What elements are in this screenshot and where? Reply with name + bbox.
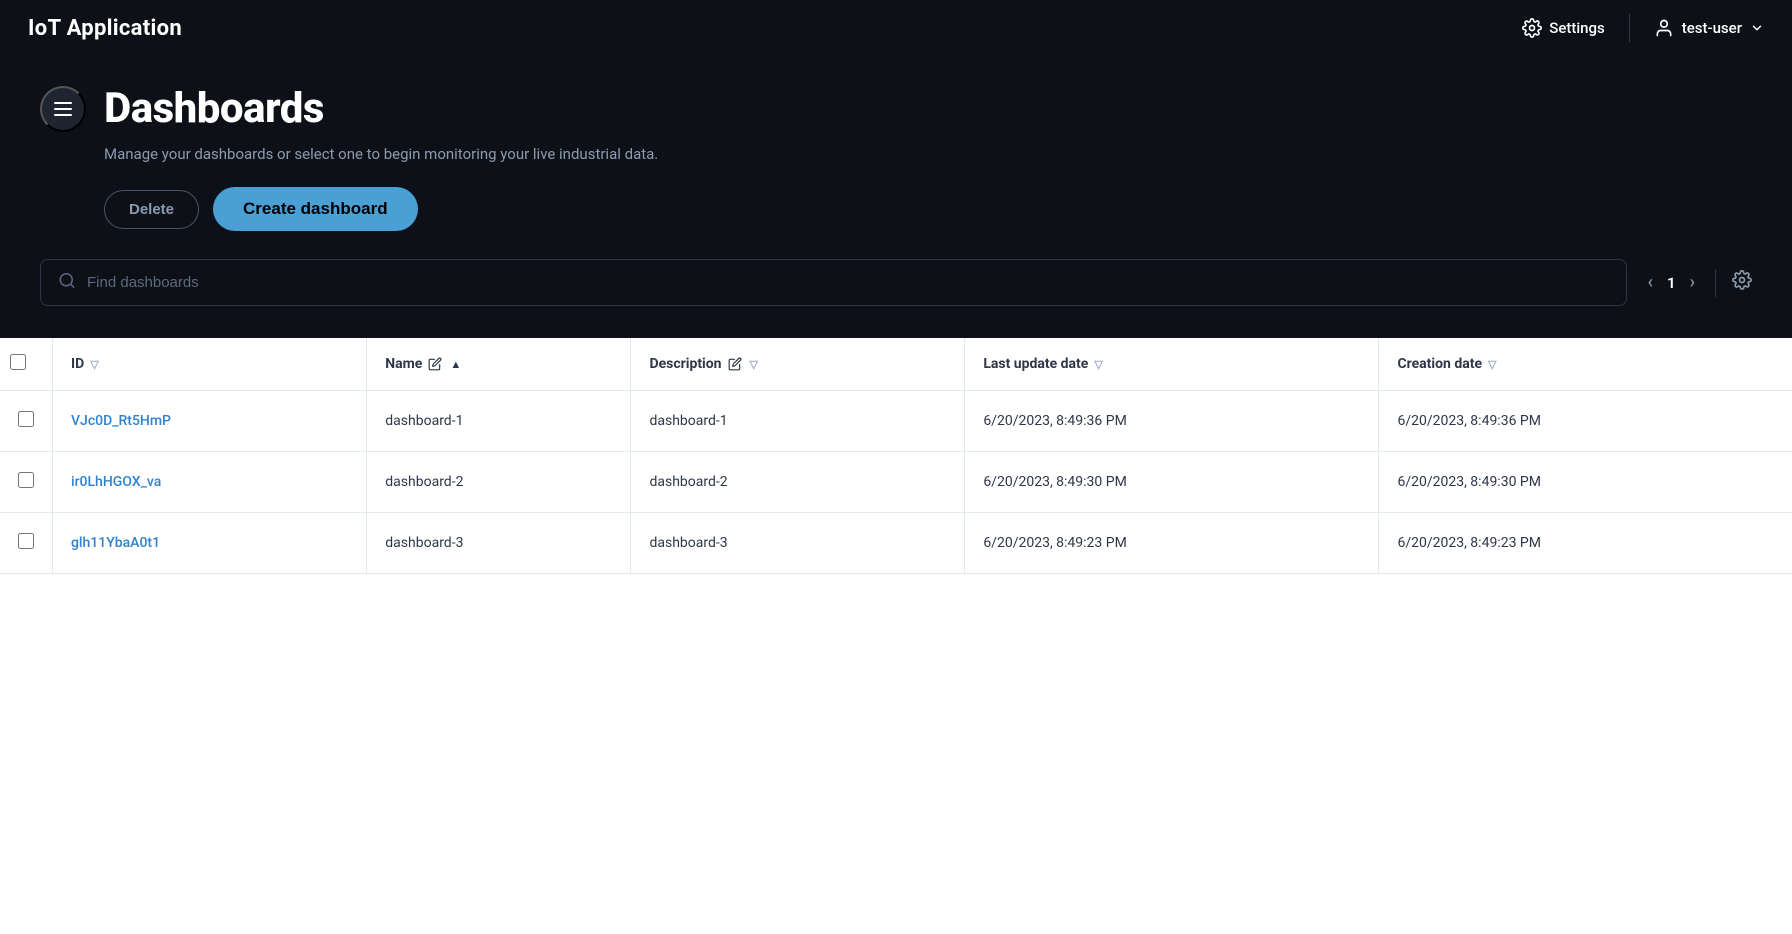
cell-name-2: dashboard-3 xyxy=(367,513,631,574)
table-settings-button[interactable] xyxy=(1732,270,1752,295)
select-all-checkbox[interactable] xyxy=(10,354,26,370)
edit-icon-name xyxy=(428,357,442,371)
hamburger-icon xyxy=(54,102,72,116)
cell-last-update-0: 6/20/2023, 8:49:36 PM xyxy=(965,391,1379,452)
cell-id-1[interactable]: ir0LhHGOX_va xyxy=(53,452,367,513)
table-row: VJc0D_Rt5HmP dashboard-1 dashboard-1 6/2… xyxy=(0,391,1792,452)
action-buttons: Delete Create dashboard xyxy=(104,187,1752,231)
search-row: ‹ 1 › xyxy=(40,259,1752,306)
pagination-divider xyxy=(1715,269,1716,297)
row-checkbox-1[interactable] xyxy=(18,472,34,488)
col-label-name: Name xyxy=(385,356,422,372)
edit-icon-description xyxy=(728,357,742,371)
row-checkbox-col xyxy=(0,391,53,452)
user-label: test-user xyxy=(1682,19,1742,37)
sort-icon-id: ▽ xyxy=(90,358,98,371)
topbar-right: Settings test-user xyxy=(1522,14,1764,42)
col-label-last-update: Last update date xyxy=(983,356,1088,372)
cell-name-1: dashboard-2 xyxy=(367,452,631,513)
col-header-last-update[interactable]: Last update date ▽ xyxy=(965,338,1379,391)
cell-description-0: dashboard-1 xyxy=(631,391,965,452)
col-label-description: Description xyxy=(649,356,721,372)
create-dashboard-button[interactable]: Create dashboard xyxy=(213,187,418,231)
dashboards-table: ID ▽ Name ▲ Desc xyxy=(0,338,1792,574)
sort-icon-name: ▲ xyxy=(450,358,461,371)
topbar: IoT Application Settings test-user xyxy=(0,0,1792,56)
col-label-id: ID xyxy=(71,356,84,372)
prev-page-button[interactable]: ‹ xyxy=(1643,270,1657,295)
settings-label: Settings xyxy=(1549,19,1605,37)
cell-creation-date-1: 6/20/2023, 8:49:30 PM xyxy=(1379,452,1792,513)
sort-icon-description: ▽ xyxy=(750,358,758,371)
table-header-row: ID ▽ Name ▲ Desc xyxy=(0,338,1792,391)
cell-last-update-2: 6/20/2023, 8:49:23 PM xyxy=(965,513,1379,574)
sort-icon-creation-date: ▽ xyxy=(1488,358,1496,371)
table-row: ir0LhHGOX_va dashboard-2 dashboard-2 6/2… xyxy=(0,452,1792,513)
row-checkbox-col xyxy=(0,513,53,574)
app-title: IoT Application xyxy=(28,16,182,41)
search-wrap xyxy=(40,259,1627,306)
user-icon xyxy=(1654,18,1674,38)
next-page-button[interactable]: › xyxy=(1686,270,1699,295)
cell-description-1: dashboard-2 xyxy=(631,452,965,513)
row-checkbox-2[interactable] xyxy=(18,533,34,549)
page-number: 1 xyxy=(1667,274,1676,292)
sort-icon-last-update: ▽ xyxy=(1094,358,1102,371)
col-header-description[interactable]: Description ▽ xyxy=(631,338,965,391)
chevron-down-icon xyxy=(1750,21,1764,35)
page-subtitle: Manage your dashboards or select one to … xyxy=(104,145,1752,163)
settings-button[interactable]: Settings xyxy=(1522,18,1605,38)
cell-creation-date-2: 6/20/2023, 8:49:23 PM xyxy=(1379,513,1792,574)
col-header-name[interactable]: Name ▲ xyxy=(367,338,631,391)
col-header-id[interactable]: ID ▽ xyxy=(53,338,367,391)
menu-button[interactable] xyxy=(40,86,86,132)
user-menu[interactable]: test-user xyxy=(1654,18,1764,38)
dashboard-id-link-1[interactable]: ir0LhHGOX_va xyxy=(71,474,161,490)
table-row: glh11YbaA0t1 dashboard-3 dashboard-3 6/2… xyxy=(0,513,1792,574)
cell-description-2: dashboard-3 xyxy=(631,513,965,574)
row-checkbox-0[interactable] xyxy=(18,411,34,427)
header-top: Dashboards xyxy=(40,84,1752,133)
col-header-creation-date[interactable]: Creation date ▽ xyxy=(1379,338,1792,391)
cell-name-0: dashboard-1 xyxy=(367,391,631,452)
cell-last-update-1: 6/20/2023, 8:49:30 PM xyxy=(965,452,1379,513)
select-all-col xyxy=(0,338,53,391)
pagination-area: ‹ 1 › xyxy=(1643,269,1752,297)
search-input[interactable] xyxy=(40,259,1627,306)
delete-button[interactable]: Delete xyxy=(104,190,199,229)
row-checkbox-col xyxy=(0,452,53,513)
topbar-divider xyxy=(1629,14,1630,42)
search-icon xyxy=(58,271,76,294)
cell-creation-date-0: 6/20/2023, 8:49:36 PM xyxy=(1379,391,1792,452)
col-label-creation-date: Creation date xyxy=(1397,356,1482,372)
page-title: Dashboards xyxy=(104,84,324,133)
cell-id-2[interactable]: glh11YbaA0t1 xyxy=(53,513,367,574)
table-section: ID ▽ Name ▲ Desc xyxy=(0,338,1792,574)
gear-icon xyxy=(1522,18,1542,38)
dashboard-id-link-2[interactable]: glh11YbaA0t1 xyxy=(71,535,160,551)
dashboard-id-link-0[interactable]: VJc0D_Rt5HmP xyxy=(71,413,171,429)
header-section: Dashboards Manage your dashboards or sel… xyxy=(0,56,1792,338)
cell-id-0[interactable]: VJc0D_Rt5HmP xyxy=(53,391,367,452)
